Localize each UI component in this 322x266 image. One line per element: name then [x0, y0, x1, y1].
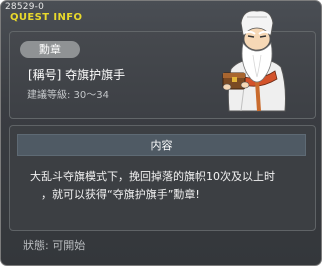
recommended-level: 建議等級: 30～34	[27, 90, 109, 101]
category-badge: 勳章	[20, 41, 80, 58]
npc-sage-icon	[222, 10, 286, 112]
quest-info-window: 28529-0 QUEST INFO 勳章 [稱号] 夺旗护旗手 建議等級: 3…	[0, 0, 322, 266]
content-header: 内容	[17, 134, 306, 156]
quest-description: 大乱斗夺旗模式下，挽回掉落的旗帜10次及以上时 ，就可以获得“夺旗护旗手”勳章!	[30, 168, 312, 204]
quest-status: 狀態: 可開始	[23, 239, 86, 252]
quest-name: [稱号] 夺旗护旗手	[28, 68, 126, 82]
window-title: QUEST INFO	[10, 12, 83, 23]
quest-id: 28529-0	[5, 2, 45, 12]
description-line-2: ，就可以获得“夺旗护旗手”勳章!	[41, 188, 200, 201]
description-line-1: 大乱斗夺旗模式下，挽回掉落的旗帜10次及以上时	[30, 170, 275, 183]
